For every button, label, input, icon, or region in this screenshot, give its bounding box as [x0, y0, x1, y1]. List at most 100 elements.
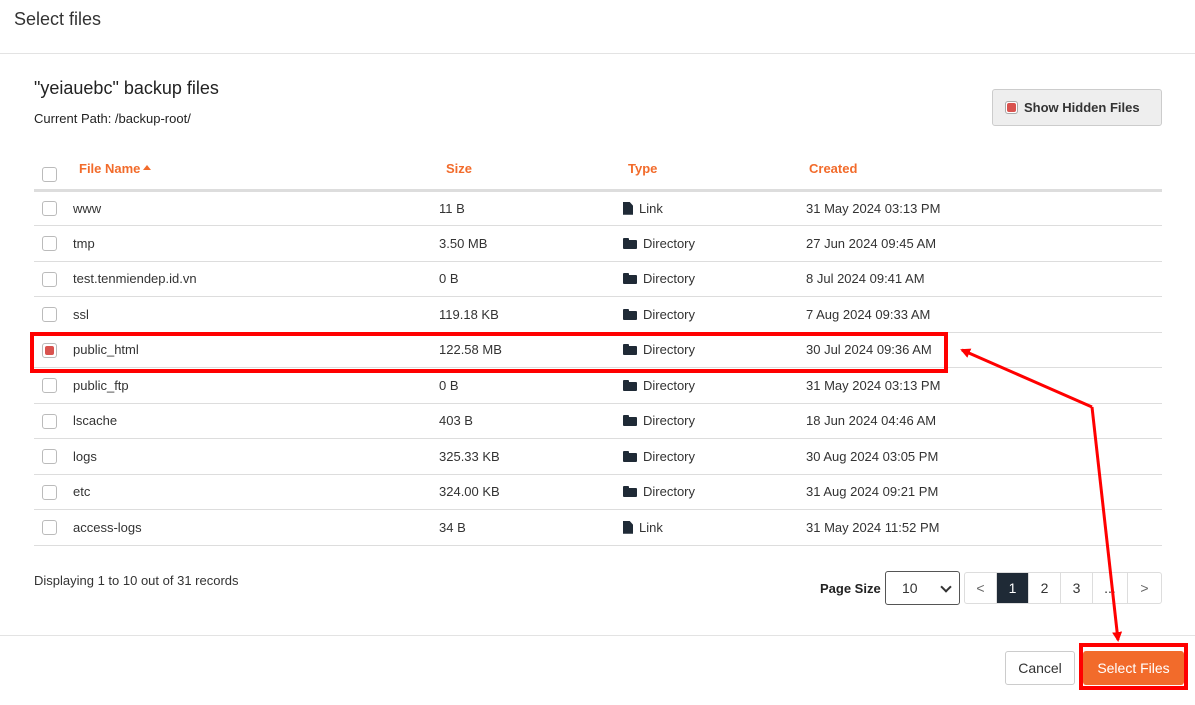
table-row[interactable]: test.tenmiendep.id.vn 0 B Directory 8 Jul 2… [34, 261, 1162, 297]
table-row[interactable]: etc 324.00 KB Directory 31 Aug 2024 09:21 P… [34, 474, 1162, 510]
file-type-cell: Directory [621, 474, 806, 510]
row-checkbox[interactable] [42, 201, 57, 217]
row-checkbox-cell [34, 296, 73, 333]
table-header-row: File Name Size Type Created [34, 146, 1162, 192]
file-type-cell: Directory [621, 438, 806, 475]
row-checkbox-cell [34, 474, 73, 510]
file-type-cell: Directory [621, 261, 806, 297]
file-type: Directory [643, 342, 696, 358]
row-checkbox[interactable] [42, 342, 57, 358]
pagination-page-2[interactable]: 2 [1029, 573, 1061, 603]
file-type: Directory [643, 484, 696, 500]
file-size: 0 B [439, 261, 621, 297]
file-name[interactable]: logs [73, 438, 439, 475]
file-name[interactable]: tmp [73, 225, 439, 262]
folder-icon [623, 237, 637, 249]
current-path: Current Path: /backup-root/ [34, 111, 191, 126]
records-info: Displaying 1 to 10 out of 31 records [34, 573, 239, 588]
select-files-button[interactable]: Select Files [1083, 651, 1184, 685]
show-hidden-files-button[interactable]: Show Hidden Files [992, 89, 1162, 126]
file-size: 34 B [439, 509, 621, 546]
show-hidden-checkbox[interactable] [1005, 101, 1018, 114]
table-row[interactable]: www 11 B Link 31 May 2024 03:13 PM [34, 190, 1162, 226]
file-created: 31 May 2024 03:13 PM [806, 190, 1162, 226]
row-checkbox-cell [34, 332, 73, 368]
file-size: 325.33 KB [439, 438, 621, 475]
table-row[interactable]: access-logs 34 B Link 31 May 2024 11:52 PM [34, 509, 1162, 546]
file-icon [623, 520, 633, 534]
file-name[interactable]: public_ftp [73, 367, 439, 404]
table-row[interactable]: logs 325.33 KB Directory 30 Aug 2024 03:05 … [34, 438, 1162, 475]
table-row[interactable]: lscache 403 B Directory 18 Jun 2024 04:46 A… [34, 403, 1162, 439]
row-checkbox-cell [34, 225, 73, 262]
file-name[interactable]: etc [73, 474, 439, 510]
page-size-value: 10 [902, 580, 918, 596]
file-type: Directory [643, 271, 696, 287]
file-type: Directory [643, 448, 696, 464]
row-checkbox[interactable] [42, 520, 57, 536]
row-checkbox[interactable] [42, 307, 57, 323]
row-checkbox[interactable] [42, 449, 57, 465]
file-created: 30 Aug 2024 03:05 PM [806, 438, 1162, 475]
file-name[interactable]: access-logs [73, 509, 439, 546]
file-name[interactable]: public_html [73, 332, 439, 368]
row-checkbox-cell [34, 190, 73, 226]
column-header-size[interactable]: Size [439, 146, 621, 192]
file-type-cell: Directory [621, 225, 806, 262]
pagination-next[interactable]: > [1128, 573, 1161, 603]
file-type: Link [639, 519, 663, 535]
folder-icon [623, 273, 637, 285]
file-type-cell: Directory [621, 296, 806, 333]
file-name[interactable]: test.tenmiendep.id.vn [73, 261, 439, 297]
pagination-page-1[interactable]: 1 [997, 573, 1029, 603]
row-checkbox[interactable] [42, 236, 57, 252]
table-row[interactable]: public_ftp 0 B Directory 31 May 2024 03:13 … [34, 367, 1162, 404]
column-header-created[interactable]: Created [806, 146, 1162, 192]
file-name[interactable]: lscache [73, 403, 439, 439]
row-checkbox[interactable] [42, 413, 57, 429]
file-type-cell: Link [621, 509, 806, 546]
table-row[interactable]: tmp 3.50 MB Directory 27 Jun 2024 09:45 AM [34, 225, 1162, 262]
pagination: < 1 2 3 ... > [964, 572, 1162, 604]
file-created: 27 Jun 2024 09:45 AM [806, 225, 1162, 262]
column-header-type[interactable]: Type [621, 146, 806, 192]
table-row[interactable]: public_html 122.58 MB Directory 30 Jul 2024… [34, 332, 1162, 368]
file-type-cell: Link [621, 190, 806, 226]
pagination-page-3[interactable]: 3 [1061, 573, 1093, 603]
modal-title: Select files [14, 9, 102, 29]
select-all-checkbox[interactable] [42, 166, 57, 182]
file-type-cell: Directory [621, 332, 806, 368]
section-title: "yeiauebc" backup files [34, 78, 219, 98]
pagination-prev[interactable]: < [965, 573, 997, 603]
file-name[interactable]: ssl [73, 296, 439, 333]
file-size: 11 B [439, 190, 621, 226]
column-header-name-label: File Name [79, 160, 141, 176]
file-created: 8 Jul 2024 09:41 AM [806, 261, 1162, 297]
file-created: 18 Jun 2024 04:46 AM [806, 403, 1162, 439]
row-checkbox[interactable] [42, 271, 57, 287]
file-type-cell: Directory [621, 367, 806, 404]
column-header-name[interactable]: File Name [73, 146, 439, 192]
folder-icon [623, 486, 637, 498]
row-checkbox-cell [34, 403, 73, 439]
file-size: 403 B [439, 403, 621, 439]
folder-icon [623, 379, 637, 391]
page-size-select[interactable]: 10 [885, 571, 960, 605]
file-type: Directory [643, 377, 696, 393]
folder-icon [623, 344, 637, 356]
file-created: 31 Aug 2024 09:21 PM [806, 474, 1162, 510]
folder-icon [623, 450, 637, 462]
files-table: File Name Size Type Created www 11 B Link 3… [34, 146, 1162, 546]
file-size: 122.58 MB [439, 332, 621, 368]
file-name[interactable]: www [73, 190, 439, 226]
row-checkbox[interactable] [42, 378, 57, 394]
file-created: 31 May 2024 03:13 PM [806, 367, 1162, 404]
row-checkbox[interactable] [42, 484, 57, 500]
table-row[interactable]: ssl 119.18 KB Directory 7 Aug 2024 09:33 AM [34, 296, 1162, 333]
file-type: Directory [643, 413, 696, 429]
pagination-ellipsis[interactable]: ... [1093, 573, 1128, 603]
file-created: 7 Aug 2024 09:33 AM [806, 296, 1162, 333]
file-type: Directory [643, 235, 696, 251]
cancel-button[interactable]: Cancel [1005, 651, 1075, 685]
sort-asc-icon [143, 164, 152, 170]
